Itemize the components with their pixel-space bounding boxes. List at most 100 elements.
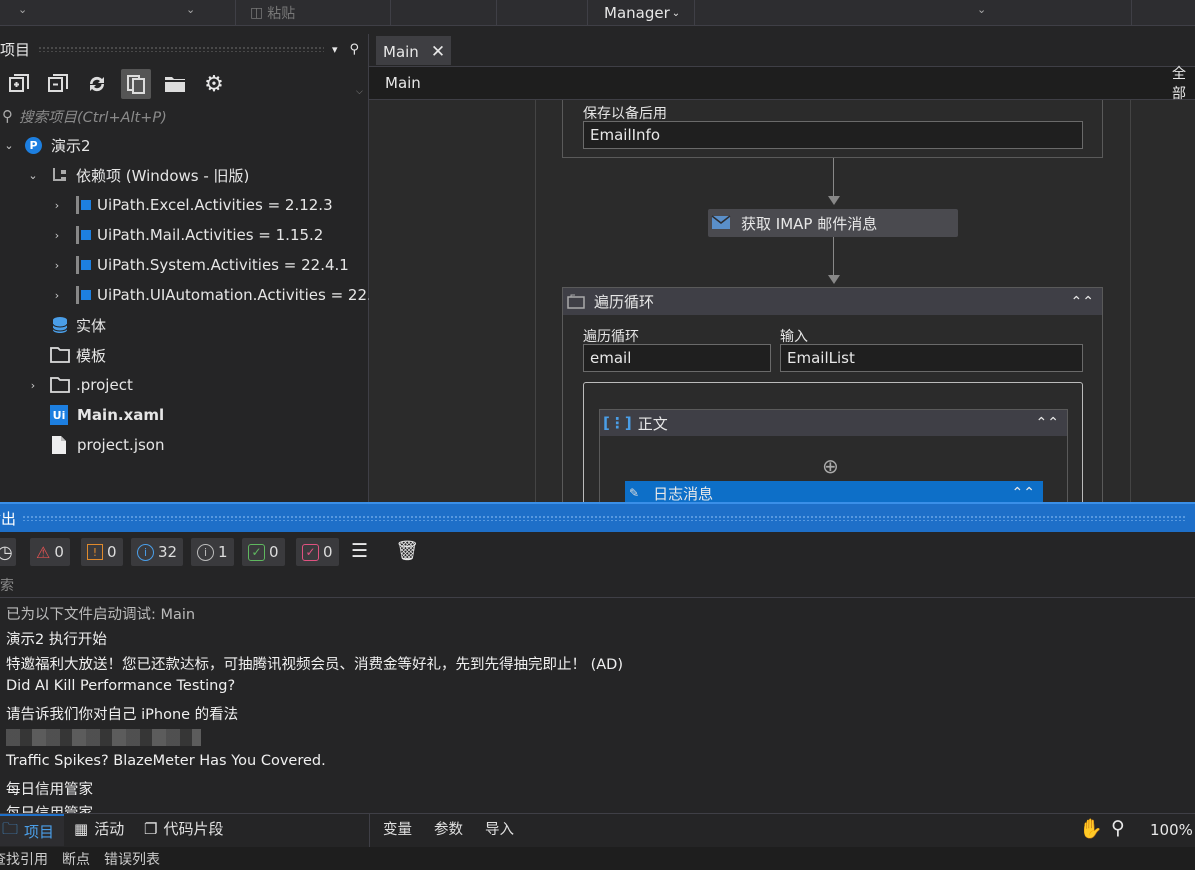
tab-variables[interactable]: 变量 xyxy=(383,818,412,839)
chevron-right-icon[interactable]: › xyxy=(50,289,64,302)
tree-item-entities[interactable]: 实体 xyxy=(50,311,106,339)
log-line: 已为以下文件启动调试: Main xyxy=(6,607,196,623)
chevron-down-icon[interactable]: ▾ xyxy=(332,43,338,56)
log-line: 演示2 执行开始 xyxy=(6,632,107,648)
open-folder-button[interactable] xyxy=(160,69,190,99)
tree-item-dependencies[interactable]: ⌄ 依赖项 (Windows - 旧版) xyxy=(26,161,249,189)
folder-icon xyxy=(50,347,70,363)
tree-item-package[interactable]: › UiPath.System.Activities = 22.4.1 xyxy=(50,251,349,279)
ribbon-dropdowns: ⌄ ⌄ xyxy=(0,0,235,26)
status-tab-bar: 查找引用 断点 错误列表 xyxy=(0,847,1195,870)
designer-canvas[interactable]: 保存以备后用 EmailInfo 获取 IMAP 邮件消息 遍历循环 ⌃⌃ 遍历… xyxy=(369,100,1195,502)
filter-errors[interactable]: ⚠ 0 xyxy=(30,538,70,566)
tab-find-references[interactable]: 查找引用 xyxy=(0,849,48,869)
filter-success[interactable]: ✓ 0 xyxy=(242,538,285,566)
package-icon xyxy=(81,260,91,270)
chevron-down-icon[interactable]: ⌄ xyxy=(26,169,40,182)
manager-dropdown[interactable]: Manager ⌄ xyxy=(587,0,694,26)
project-panel-header: 项目 ▾ ⚲ xyxy=(0,34,369,64)
ribbon-strip: ⌄ ⌄ ◫ 粘贴 Manager ⌄ ⌄ xyxy=(0,0,1195,26)
tree-item-main-file[interactable]: Ui Main.xaml xyxy=(50,401,164,429)
timestamp-toggle[interactable]: ◷ xyxy=(0,538,16,566)
foreach-header[interactable]: 遍历循环 ⌃⌃ xyxy=(563,288,1102,315)
chevron-right-icon[interactable]: › xyxy=(26,379,40,392)
activities-icon: ▦ xyxy=(74,819,89,838)
foreach-variable-field[interactable]: email xyxy=(583,344,771,372)
tab-main[interactable]: Main ✕ xyxy=(376,36,451,65)
package-icon xyxy=(81,290,91,300)
tab-snippets[interactable]: ❐ 代码片段 xyxy=(144,818,223,839)
folder-icon xyxy=(50,377,70,393)
expand-all-link[interactable]: 全部 xyxy=(1172,63,1195,103)
paste-button[interactable]: ◫ 粘贴 xyxy=(235,0,390,26)
pin-icon[interactable]: ⚲ xyxy=(349,42,359,57)
tree-root[interactable]: ⌄ P 演示2 xyxy=(0,131,91,159)
tree-item-package[interactable]: › UiPath.Excel.Activities = 2.12.3 xyxy=(50,191,333,219)
tree-item-project-folder[interactable]: › .project xyxy=(26,371,133,399)
search-input[interactable]: 搜索项目(Ctrl+Alt+P) xyxy=(19,106,167,127)
mail-icon xyxy=(711,215,731,229)
breadcrumb-item[interactable]: Main xyxy=(385,74,421,92)
arrow-down-icon xyxy=(828,196,840,205)
save-output-field[interactable]: EmailInfo xyxy=(583,121,1083,149)
output-search[interactable]: 搜索 xyxy=(0,572,1195,598)
tab-imports[interactable]: 导入 xyxy=(485,818,514,839)
group-list-icon[interactable]: ☰ xyxy=(351,540,368,562)
tree-item-package[interactable]: › UiPath.UIAutomation.Activities = 22. xyxy=(50,281,372,309)
tab-project[interactable]: 🗀 项目 xyxy=(2,818,54,845)
chevron-down-icon[interactable]: ⌄ xyxy=(2,139,16,152)
tree-item-package[interactable]: › UiPath.Mail.Activities = 1.15.2 xyxy=(50,221,323,249)
zoom-icon[interactable]: ⚲ xyxy=(1111,817,1125,839)
show-all-files-button[interactable] xyxy=(121,69,151,99)
log-message-activity[interactable]: ✎ 日志消息 ⌃⌃ xyxy=(625,481,1043,502)
chevron-right-icon[interactable]: › xyxy=(50,199,64,212)
project-toolbar: ⚙ xyxy=(4,69,229,99)
warning-icon: ! xyxy=(87,544,103,560)
sequence-header[interactable]: [⋮] 正文 ⌃⌃ xyxy=(600,410,1067,436)
panel-title: 项目 xyxy=(0,40,31,59)
sequence-activity[interactable]: [⋮] 正文 ⌃⌃ ⊕ ✎ 日志消息 ⌃⌃ xyxy=(599,409,1068,502)
chevron-down-icon[interactable]: ⌄ xyxy=(186,3,195,16)
chevron-down-icon: ⌄ xyxy=(671,7,681,19)
project-search[interactable]: ⚲ 搜索项目(Ctrl+Alt+P) xyxy=(0,104,369,128)
activity-card[interactable]: 保存以备后用 EmailInfo xyxy=(562,100,1103,158)
blurred-log-line xyxy=(6,729,201,746)
tab-breakpoints[interactable]: 断点 xyxy=(62,849,90,869)
tab-error-list[interactable]: 错误列表 xyxy=(104,849,160,869)
expand-all-button[interactable] xyxy=(4,69,34,99)
collapse-icon[interactable]: ⌃⌃ xyxy=(1036,415,1059,431)
search-input[interactable]: 搜索 xyxy=(0,575,14,595)
chevron-right-icon[interactable]: › xyxy=(50,229,64,242)
collapse-all-button[interactable] xyxy=(43,69,73,99)
drag-grip[interactable] xyxy=(22,515,1187,521)
trash-icon[interactable]: 🗑 xyxy=(395,539,419,562)
collapse-icon[interactable]: ⌃⌃ xyxy=(1071,294,1094,310)
close-icon[interactable]: ✕ xyxy=(431,42,445,62)
log-line: 请告诉我们你对自己 iPhone 的看法 xyxy=(6,707,239,723)
filter-trace[interactable]: i1 xyxy=(191,538,234,566)
drag-grip[interactable] xyxy=(38,46,324,52)
imap-activity[interactable]: 获取 IMAP 邮件消息 xyxy=(708,209,958,237)
chevron-down-icon[interactable]: ⌄ xyxy=(18,3,27,16)
tab-activities[interactable]: ▦ 活动 xyxy=(74,818,124,839)
ribbon-dropdown[interactable]: ⌄ xyxy=(694,0,1131,26)
filter-warnings[interactable]: ! 0 xyxy=(81,538,123,566)
tree-item-templates[interactable]: 模板 xyxy=(50,341,106,369)
tab-arguments[interactable]: 参数 xyxy=(434,818,463,839)
zoom-level[interactable]: 100% xyxy=(1150,821,1193,839)
foreach-activity[interactable]: 遍历循环 ⌃⌃ 遍历循环 输入 email EmailList [⋮] 正文 ⌃… xyxy=(562,287,1103,502)
log-line: 每日信用管家 xyxy=(6,802,93,813)
chevron-down-icon[interactable]: ⌵ xyxy=(356,87,363,97)
collapse-icon[interactable]: ⌃⌃ xyxy=(1012,485,1035,501)
settings-button[interactable]: ⚙ xyxy=(199,69,229,99)
refresh-button[interactable] xyxy=(82,69,112,99)
file-icon xyxy=(52,436,66,454)
hand-icon[interactable]: ✋ xyxy=(1079,817,1103,840)
filter-failed[interactable]: ✓ 0 xyxy=(296,538,339,566)
add-activity-icon[interactable]: ⊕ xyxy=(822,454,839,478)
tree-item-project-json[interactable]: project.json xyxy=(50,431,165,459)
chevron-right-icon[interactable]: › xyxy=(50,259,64,272)
foreach-input-field[interactable]: EmailList xyxy=(780,344,1083,372)
filter-info[interactable]: i 32 xyxy=(131,538,184,566)
package-icon xyxy=(81,200,91,210)
